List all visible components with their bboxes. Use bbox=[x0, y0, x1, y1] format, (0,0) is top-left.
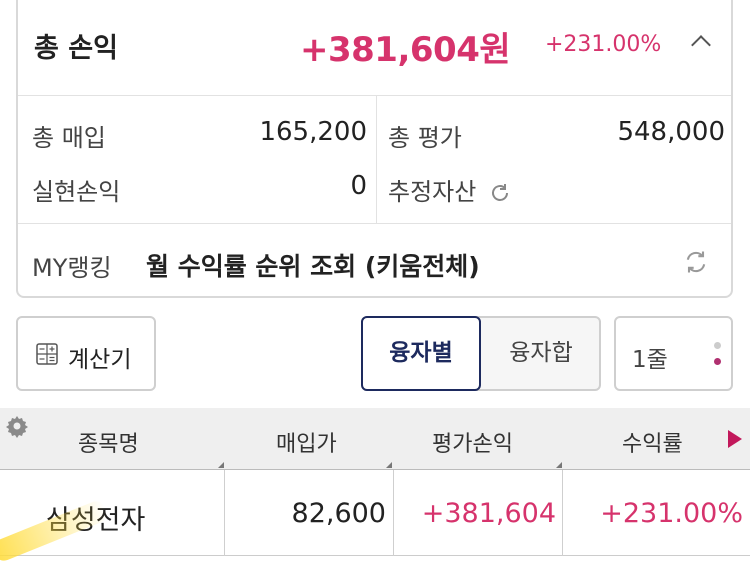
table-row[interactable]: 삼성전자 82,600 +381,604 +231.00% bbox=[0, 470, 750, 556]
realized-value: 0 bbox=[350, 171, 367, 201]
total-pl-amount: +381,604원 bbox=[300, 30, 511, 70]
refresh-icon[interactable] bbox=[488, 181, 512, 205]
account-summary-card: 총 손익 +381,604원 +231.00% 총 매입 165,200 실현손… bbox=[16, 0, 733, 298]
column-header-rate[interactable]: 수익률 bbox=[622, 426, 683, 458]
realized-label: 실현손익 bbox=[32, 178, 121, 206]
play-icon[interactable] bbox=[728, 430, 742, 448]
evaluation-value: 548,000 bbox=[617, 117, 725, 147]
evaluation-label: 총 평가 bbox=[388, 124, 462, 152]
sort-corner-icon bbox=[218, 462, 224, 468]
table-header: 종목명 매입가 평가손익 수익률 bbox=[0, 408, 750, 470]
estimated-asset[interactable]: 추정자산 bbox=[388, 172, 512, 207]
dot-icon bbox=[714, 342, 721, 349]
row-count-label: 1줄 bbox=[632, 347, 668, 373]
purchase-value: 165,200 bbox=[259, 117, 367, 147]
total-pl-header[interactable]: 총 손익 +381,604원 +231.00% bbox=[18, 0, 731, 96]
divider bbox=[393, 470, 394, 556]
calculator-icon bbox=[36, 343, 58, 365]
purchase-label: 총 매입 bbox=[32, 124, 106, 152]
refresh-icon[interactable] bbox=[682, 248, 710, 276]
divider bbox=[562, 470, 563, 556]
column-header-pl[interactable]: 평가손익 bbox=[432, 426, 513, 458]
sort-corner-icon bbox=[556, 462, 562, 468]
return-rate: +231.00% bbox=[600, 498, 743, 529]
total-pl-rate: +231.00% bbox=[545, 32, 662, 57]
purchase-price: 82,600 bbox=[291, 498, 386, 529]
tab-by-loan[interactable]: 융자별 bbox=[361, 316, 481, 391]
chevron-up-icon[interactable] bbox=[691, 35, 711, 55]
divider bbox=[224, 470, 225, 556]
tab-loan-sum[interactable]: 융자합 bbox=[481, 318, 601, 389]
eval-pl: +381,604 bbox=[421, 498, 556, 529]
gear-icon[interactable] bbox=[5, 414, 29, 438]
ranking-label: MY랭킹 bbox=[32, 254, 112, 282]
ranking-text[interactable]: 월 수익률 순위 조회 (키움전체) bbox=[146, 247, 480, 283]
column-header-price[interactable]: 매입가 bbox=[276, 426, 337, 458]
column-header-name[interactable]: 종목명 bbox=[78, 426, 139, 458]
loan-view-toggle: 융자별 융자합 bbox=[361, 316, 601, 391]
calculator-button[interactable]: 계산기 bbox=[16, 316, 156, 391]
calculator-label: 계산기 bbox=[68, 347, 132, 373]
row-count-select[interactable]: 1줄 bbox=[614, 316, 733, 391]
total-pl-label: 총 손익 bbox=[34, 33, 118, 64]
sort-corner-icon bbox=[386, 462, 392, 468]
my-ranking-row[interactable]: MY랭킹 월 수익률 순위 조회 (키움전체) bbox=[18, 224, 731, 298]
divider bbox=[376, 96, 377, 223]
dot-icon bbox=[714, 358, 721, 365]
summary-grid: 총 매입 165,200 실현손익 0 총 평가 548,000 추정자산 bbox=[18, 96, 731, 224]
estimated-label: 추정자산 bbox=[388, 178, 477, 206]
